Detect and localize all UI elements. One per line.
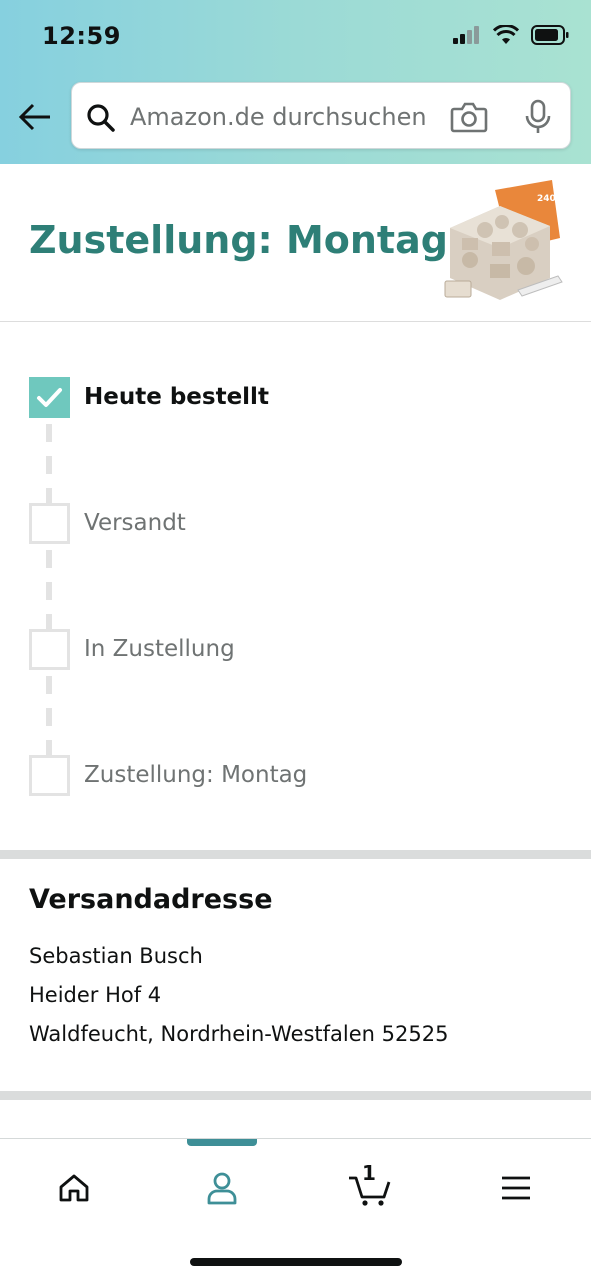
- tracking-step-delivery: Zustellung: Montag: [29, 755, 549, 797]
- tracking-step-out-for-delivery: In Zustellung: [29, 629, 549, 671]
- wifi-icon: [493, 25, 519, 44]
- search-icon: [87, 104, 115, 132]
- account-icon: [207, 1172, 237, 1205]
- nav-home[interactable]: [44, 1163, 104, 1213]
- search-bar[interactable]: Amazon.de durchsuchen: [71, 82, 571, 149]
- status-bar: 12:59: [0, 0, 591, 70]
- back-arrow-icon[interactable]: [18, 100, 52, 134]
- status-time: 12:59: [42, 22, 121, 50]
- step-label: Versandt: [84, 510, 186, 536]
- address-street: Heider Hof 4: [29, 983, 162, 1007]
- app-header: 12:59 Amazon.de durchsuchen: [0, 0, 591, 164]
- nav-menu[interactable]: [486, 1163, 546, 1213]
- delivery-header: Zustellung: Montag 240: [0, 164, 591, 322]
- step-checkbox: [29, 377, 70, 418]
- tracking-step-shipped: Versandt: [29, 503, 549, 545]
- home-indicator-bar[interactable]: [190, 1258, 402, 1266]
- checkmark-icon: [37, 388, 62, 407]
- step-label: Heute bestellt: [84, 384, 269, 410]
- tracking-step-ordered: Heute bestellt: [29, 377, 549, 419]
- section-divider: [0, 850, 591, 859]
- battery-icon: [531, 25, 569, 45]
- step-checkbox: [29, 503, 70, 544]
- signal-icon: [453, 26, 479, 44]
- step-label: In Zustellung: [84, 636, 235, 662]
- menu-icon: [502, 1176, 530, 1200]
- status-icons: [453, 25, 569, 45]
- product-image[interactable]: 240: [440, 178, 565, 306]
- address-name: Sebastian Busch: [29, 944, 203, 968]
- nav-account[interactable]: [192, 1163, 252, 1213]
- nav-cart[interactable]: 1: [340, 1161, 400, 1213]
- step-label: Zustellung: Montag: [84, 762, 308, 788]
- address-heading: Versandadresse: [29, 884, 273, 915]
- search-input[interactable]: Amazon.de durchsuchen: [130, 103, 427, 131]
- camera-icon[interactable]: [450, 101, 488, 133]
- product-badge-text: 240: [537, 194, 556, 204]
- step-checkbox: [29, 629, 70, 670]
- cart-count-badge: 1: [362, 1161, 376, 1185]
- address-city: Waldfeucht, Nordrhein-Westfalen 52525: [29, 1022, 449, 1046]
- microphone-icon[interactable]: [522, 99, 554, 135]
- step-checkbox: [29, 755, 70, 796]
- page-title: Zustellung: Montag: [29, 218, 448, 262]
- shipment-tracker: Heute bestellt Versandt In Zustellung Zu…: [0, 322, 591, 850]
- home-icon: [59, 1174, 89, 1202]
- active-tab-indicator: [187, 1139, 257, 1146]
- section-divider: [0, 1091, 591, 1100]
